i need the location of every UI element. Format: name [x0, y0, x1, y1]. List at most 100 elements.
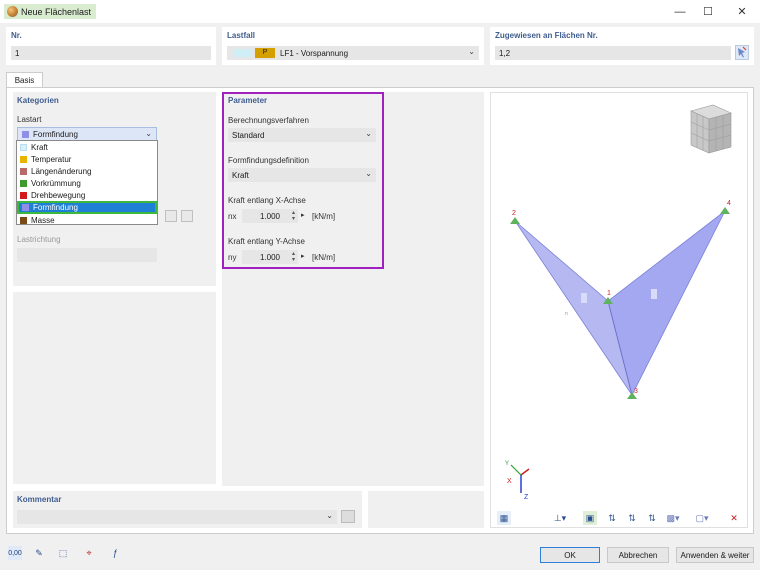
ny-menu-arrow-icon[interactable]: ▸: [301, 252, 305, 260]
chevron-down-icon: ⌄: [365, 129, 372, 138]
formfindung-swatch: [22, 204, 29, 211]
iso-view-icon[interactable]: ▩▾: [666, 511, 680, 525]
load-label: n: [565, 311, 568, 317]
tab-basis-label: Basis: [14, 76, 35, 85]
nx-menu-arrow-icon[interactable]: ▸: [301, 211, 305, 219]
empty-panel-left: [13, 292, 216, 484]
load-marker: [651, 289, 657, 299]
view-y-icon[interactable]: ⇅: [625, 511, 639, 525]
berechnung-select[interactable]: Standard ⌄: [228, 128, 376, 142]
list-item[interactable]: Kraft: [17, 141, 157, 153]
lastfall-color-swatch: [233, 49, 251, 57]
drehbewegung-swatch: [20, 191, 27, 199]
lastfall-select[interactable]: P LF1 - Vorspannung ⌄: [227, 46, 479, 60]
ny-input[interactable]: 1.000: [242, 250, 298, 264]
lastart-select[interactable]: Formfindung ⌄: [17, 127, 157, 141]
ny-value: 1.000: [259, 253, 280, 262]
list-item[interactable]: Drehbewegung: [17, 189, 157, 201]
node-label: 1: [607, 290, 611, 297]
lastart-label: Lastart: [17, 115, 42, 124]
model-canvas: n 2 4 1 3 Y X Z: [505, 104, 732, 501]
support-icon: [510, 217, 520, 224]
support-icon: [720, 207, 730, 214]
lastfall-label: Lastfall: [227, 31, 256, 40]
lastrichtung-select[interactable]: [17, 248, 157, 262]
view-settings-icon[interactable]: ▦: [497, 511, 511, 525]
lastart-swatch: [22, 130, 29, 138]
comment-edit-icon[interactable]: [341, 510, 355, 523]
nx-spinner[interactable]: ▴ ▾: [292, 210, 295, 222]
formfindung-label: Formfindungsdefinition: [228, 156, 309, 165]
nx-input[interactable]: 1.000: [242, 209, 298, 223]
kommentar-panel: Kommentar ⌄: [13, 491, 362, 528]
edit-direction-icon[interactable]: [165, 210, 177, 222]
node-label: 2: [512, 210, 516, 217]
cancel-button[interactable]: Abbrechen: [607, 547, 669, 563]
lastrichtung-label: Lastrichtung: [17, 235, 61, 244]
node-label: 4: [727, 200, 731, 207]
pick-surface-icon[interactable]: [735, 45, 749, 60]
list-item[interactable]: Vorkrümmung: [17, 177, 157, 189]
kommentar-input[interactable]: ⌄: [17, 510, 337, 524]
list-item[interactable]: Temperatur: [17, 153, 157, 165]
lastfall-value: LF1 - Vorspannung: [280, 49, 349, 58]
formfindung-select[interactable]: Kraft ⌄: [228, 168, 376, 182]
nx-unit: [kN/m]: [312, 212, 336, 221]
new-direction-icon[interactable]: [181, 210, 193, 222]
graphic-select-icon[interactable]: ⌖: [82, 546, 96, 560]
close-button[interactable]: ✕: [722, 0, 760, 23]
ok-button[interactable]: OK: [540, 547, 600, 563]
laengenaenderung-swatch: [20, 167, 27, 175]
axis-y-label: Y: [505, 461, 509, 467]
empty-panel-bottom: [368, 491, 484, 528]
option-label: Längenänderung: [31, 166, 92, 176]
formfindung-value: Kraft: [232, 170, 249, 180]
kraft-x-label: Kraft entlang X-Achse: [228, 196, 306, 205]
temperatur-swatch: [20, 155, 27, 163]
option-label: Formfindung: [33, 203, 78, 212]
numbering-icon[interactable]: ✎: [32, 546, 46, 560]
list-item[interactable]: Längenänderung: [17, 165, 157, 177]
parameter-panel: Parameter Berechnungsverfahren Standard ⌄…: [222, 92, 384, 269]
function-icon[interactable]: ƒ: [108, 546, 122, 560]
option-label: Vorkrümmung: [31, 178, 81, 188]
lastfall-badge: P: [255, 48, 275, 58]
lastart-dropdown-list: Kraft Temperatur Längenänderung Vorkrümm…: [16, 140, 158, 225]
vorkruemmung-swatch: [20, 179, 27, 187]
app-icon: [7, 6, 18, 17]
wireframe-icon[interactable]: ▢▾: [695, 511, 709, 525]
kommentar-title: Kommentar: [17, 495, 62, 504]
model-viewer[interactable]: n 2 4 1 3 Y X Z ▦ ⊥▾ ▣ ⇅ ⇅ ⇅ ▩▾ ▢▾ ✕: [490, 92, 748, 528]
view-cube-icon[interactable]: [690, 104, 732, 154]
render-mode-icon[interactable]: ▣: [583, 511, 597, 525]
nr-value: 1: [15, 49, 20, 58]
kraft-y-label: Kraft entlang Y-Achse: [228, 237, 305, 246]
ny-unit: [kN/m]: [312, 253, 336, 262]
ny-spinner[interactable]: ▴ ▾: [292, 251, 295, 263]
chevron-down-icon: ⌄: [326, 511, 333, 520]
nx-value: 1.000: [259, 212, 280, 221]
list-item[interactable]: Masse: [17, 214, 157, 226]
lastfall-panel: Lastfall P LF1 - Vorspannung ⌄: [222, 27, 484, 65]
view-x-icon[interactable]: ⇅: [605, 511, 619, 525]
nr-field[interactable]: 1: [11, 46, 211, 60]
list-item-selected[interactable]: Formfindung: [17, 201, 157, 214]
view-z-icon[interactable]: ⇅: [645, 511, 659, 525]
load-marker: [581, 293, 587, 303]
berechnung-value: Standard: [232, 130, 265, 140]
units-icon[interactable]: 0,00: [8, 546, 22, 560]
display-options-icon[interactable]: ⊥▾: [553, 511, 567, 525]
zugewiesen-value: 1,2: [499, 49, 511, 58]
apply-continue-button[interactable]: Anwenden & weiter: [676, 547, 754, 563]
reset-view-icon[interactable]: ✕: [727, 511, 741, 525]
axis-triad-icon: [510, 464, 530, 493]
zugewiesen-panel: Zugewiesen an Flächen Nr. 1,2: [490, 27, 754, 65]
chevron-down-icon: ⌄: [468, 47, 475, 56]
zugewiesen-field[interactable]: 1,2: [495, 46, 731, 60]
tab-basis[interactable]: Basis: [6, 72, 43, 88]
node-label: 3: [634, 388, 638, 395]
select-surface-icon[interactable]: ⬚: [56, 546, 70, 560]
kraft-swatch: [20, 143, 27, 151]
option-label: Masse: [31, 215, 55, 225]
ny-symbol: ny: [228, 253, 237, 262]
